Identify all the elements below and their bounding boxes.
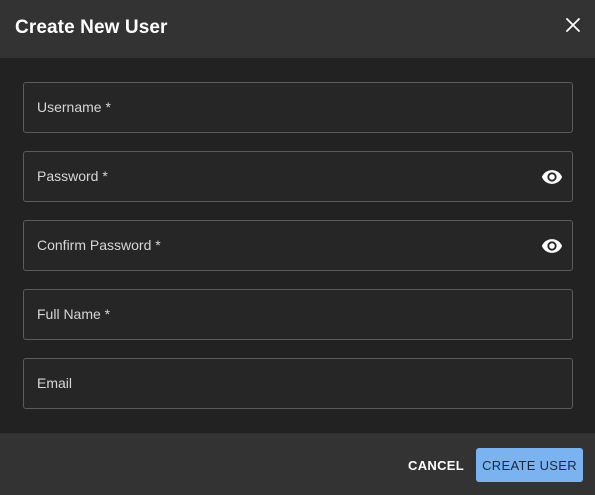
eye-icon <box>541 170 563 184</box>
confirm-password-input[interactable] <box>24 221 572 270</box>
username-field[interactable]: Username * <box>23 82 573 133</box>
close-button[interactable] <box>560 12 586 38</box>
password-visibility-toggle[interactable] <box>540 165 564 189</box>
email-input[interactable] <box>24 359 572 408</box>
email-field[interactable]: Email <box>23 358 573 409</box>
dialog-body: Username * Password * Confirm Password *… <box>0 58 595 433</box>
cancel-button[interactable]: CANCEL <box>402 448 470 482</box>
confirm-password-field[interactable]: Confirm Password * <box>23 220 573 271</box>
dialog-header: Create New User <box>0 0 595 58</box>
password-input[interactable] <box>24 152 572 201</box>
username-input[interactable] <box>24 83 572 132</box>
dialog-footer: CANCEL CREATE USER <box>0 433 595 495</box>
full-name-input[interactable] <box>24 290 572 339</box>
create-user-dialog: Create New User Username * Password * Co… <box>0 0 595 495</box>
dialog-title: Create New User <box>15 17 168 38</box>
password-field[interactable]: Password * <box>23 151 573 202</box>
close-icon <box>566 18 580 32</box>
eye-icon <box>541 239 563 253</box>
create-user-button[interactable]: CREATE USER <box>476 448 583 482</box>
confirm-password-visibility-toggle[interactable] <box>540 234 564 258</box>
full-name-field[interactable]: Full Name * <box>23 289 573 340</box>
